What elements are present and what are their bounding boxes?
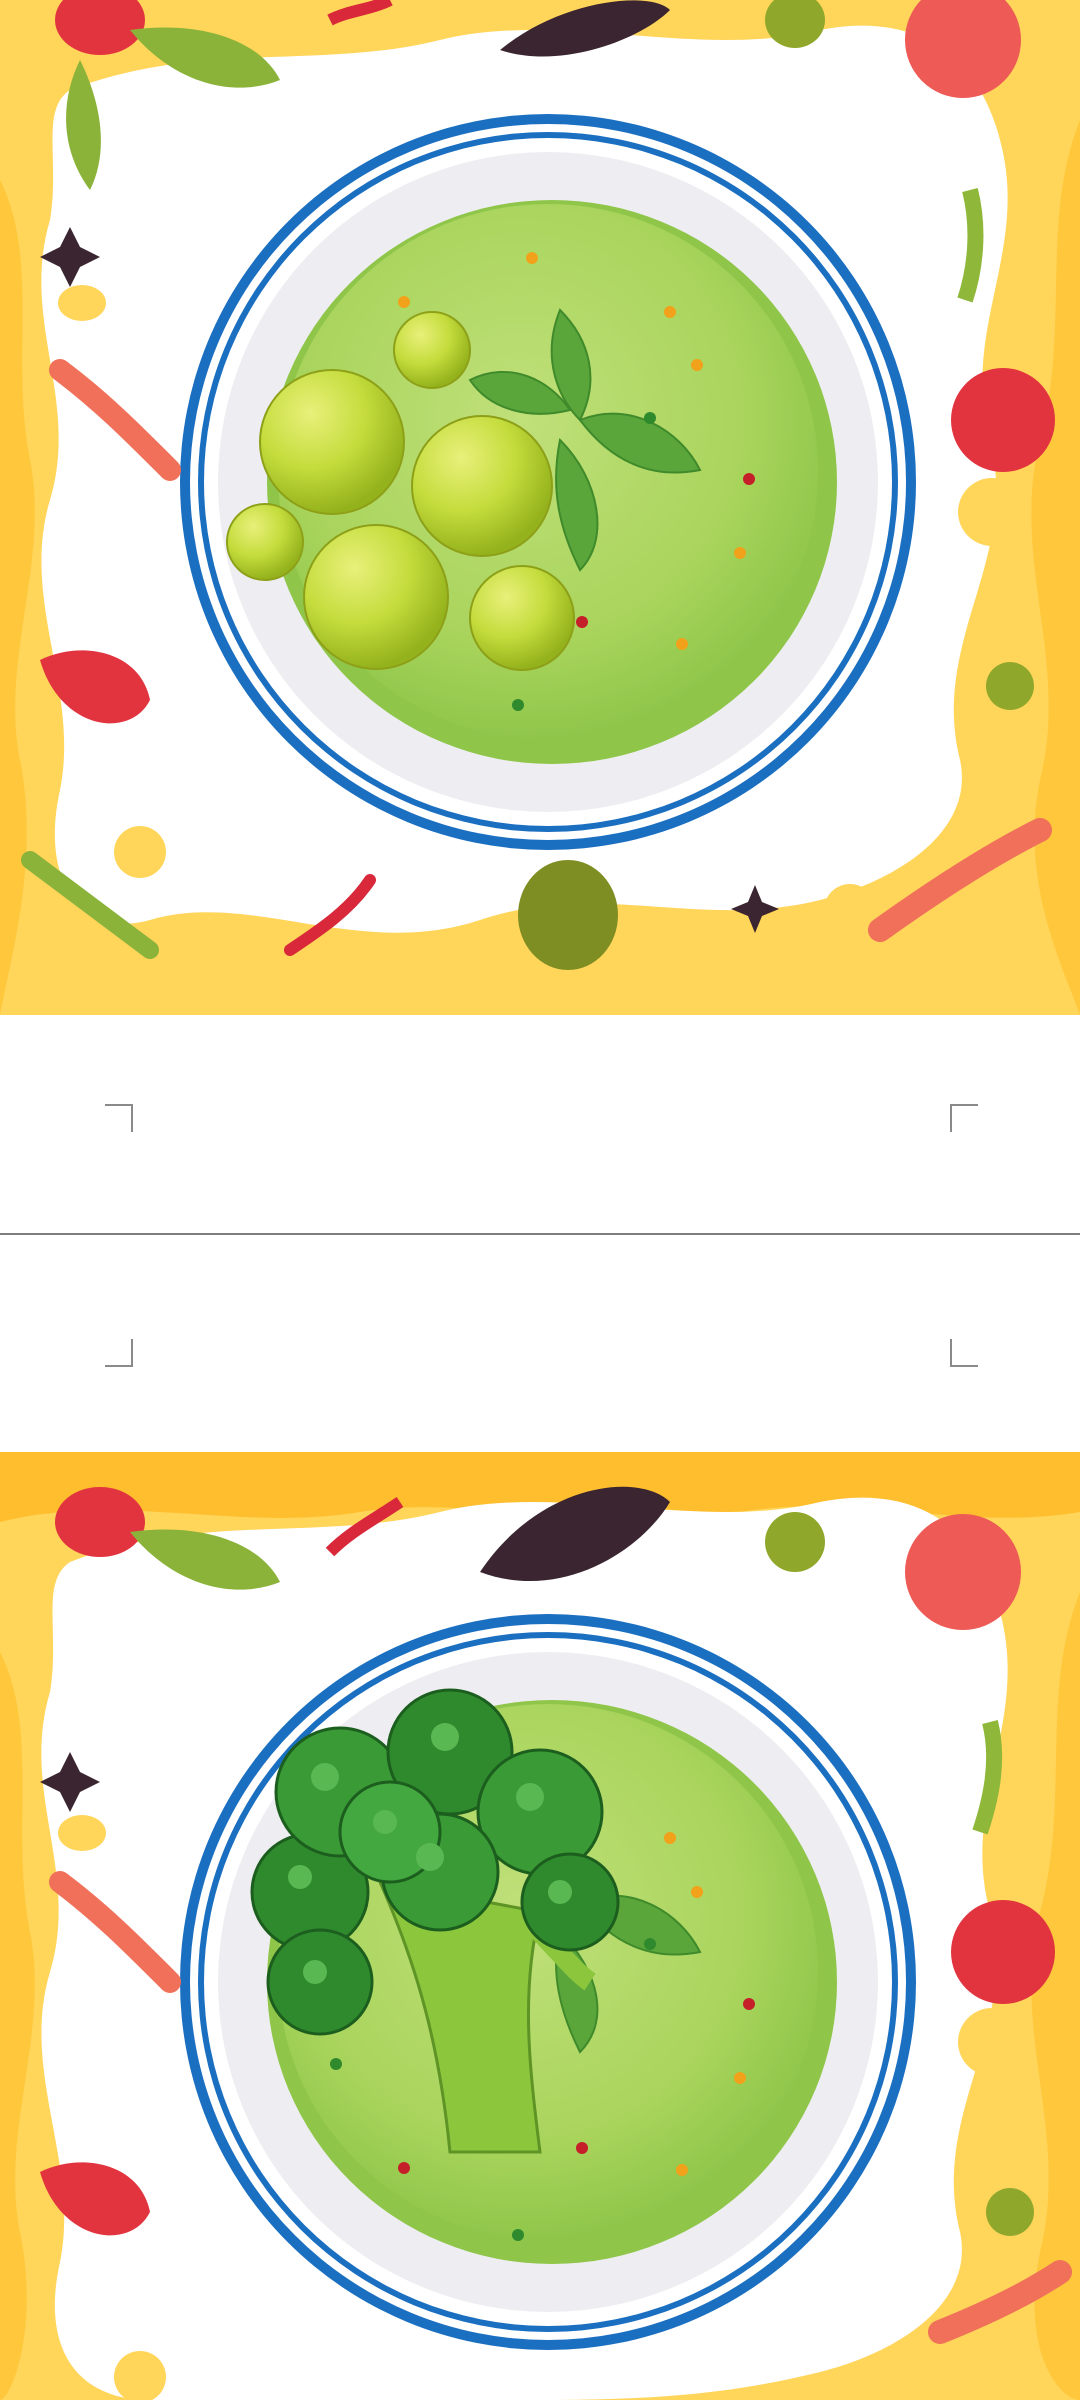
soup-broccoli-artwork (0, 1452, 1080, 2400)
crop-corner-bottom-left (105, 1339, 133, 1367)
page-gap-top (0, 1015, 1080, 1233)
crop-corner-bottom-right (950, 1339, 978, 1367)
crop-corner-top-left (105, 1104, 133, 1132)
soup-peas-artwork (0, 0, 1080, 1015)
crop-corner-top-right (950, 1104, 978, 1132)
page-2-soup-broccoli-illustration (0, 1452, 1080, 2400)
page-1-soup-peas-illustration (0, 0, 1080, 1015)
page-gap-bottom (0, 1235, 1080, 1452)
